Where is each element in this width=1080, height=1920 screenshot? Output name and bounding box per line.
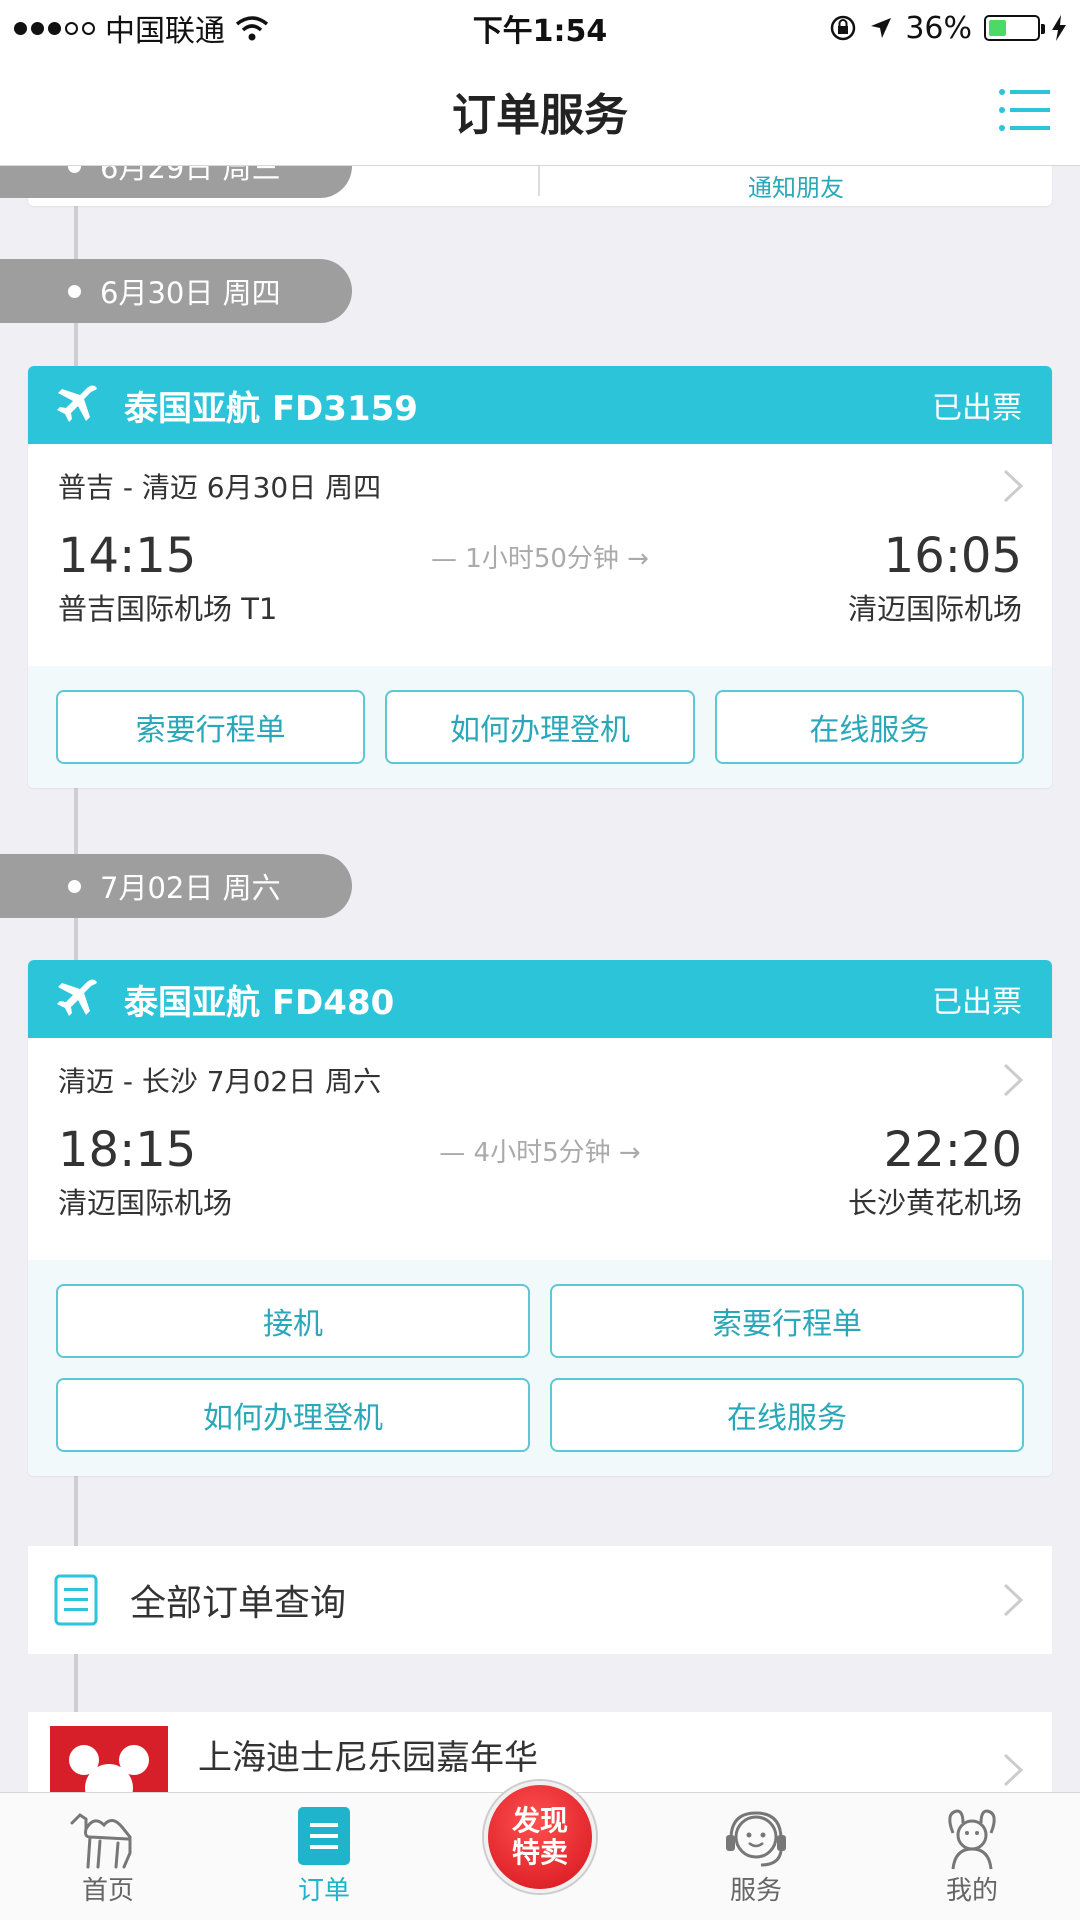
flight-duration: — 1小时50分钟 → bbox=[431, 543, 649, 574]
airplane-icon bbox=[57, 979, 97, 1016]
chevron-right-icon bbox=[1003, 1063, 1024, 1097]
camel-icon bbox=[70, 1813, 132, 1869]
airplane-icon bbox=[57, 385, 97, 422]
date-pill: 7月02日 周六 bbox=[0, 854, 352, 918]
date-pill: 6月29日 周三 bbox=[0, 166, 352, 198]
status-bar: 中国联通 下午1:54 36% bbox=[0, 0, 1080, 56]
wifi-icon bbox=[235, 16, 269, 41]
chevron-right-icon bbox=[1003, 469, 1024, 503]
flight-details[interactable]: 清迈 - 长沙 7月02日 周六 18:15 — 4小时5分钟 → 22:20 … bbox=[28, 1038, 1052, 1260]
route-label: 普吉 - 清迈 6月30日 周四 bbox=[58, 471, 382, 504]
notify-friends-button[interactable]: 通知朋友 bbox=[540, 168, 1052, 203]
request-itinerary-button[interactable]: 索要行程单 bbox=[56, 690, 366, 764]
all-orders-row[interactable]: 全部订单查询 bbox=[28, 1546, 1052, 1654]
flight-number: 泰国亚航 FD3159 bbox=[124, 388, 418, 429]
chevron-right-icon bbox=[1003, 1583, 1024, 1617]
rotation-lock-icon bbox=[831, 15, 856, 41]
carrier-label: 中国联通 bbox=[105, 14, 225, 49]
tab-profile[interactable]: 我的 bbox=[902, 1793, 1042, 1920]
departure-airport: 普吉国际机场 T1 bbox=[58, 592, 278, 626]
tab-service[interactable]: 服务 bbox=[686, 1793, 826, 1920]
headset-icon bbox=[726, 1811, 786, 1867]
tab-orders[interactable]: 订单 bbox=[254, 1793, 394, 1920]
arrival-time: 22:20 bbox=[883, 1122, 1022, 1178]
request-itinerary-button[interactable]: 索要行程单 bbox=[550, 1284, 1024, 1358]
battery-level bbox=[989, 20, 1006, 36]
order-timeline[interactable]: 通知朋友 6月29日 周三 6月30日 周四 泰国亚航 FD3159 已出票 普… bbox=[0, 166, 1080, 1792]
chevron-right-icon bbox=[1003, 1753, 1024, 1787]
check-in-guide-button[interactable]: 如何办理登机 bbox=[385, 690, 695, 764]
arrival-airport: 长沙黄花机场 bbox=[847, 1186, 1022, 1220]
menu-list-icon[interactable] bbox=[998, 86, 1050, 134]
online-service-button[interactable]: 在线服务 bbox=[714, 690, 1024, 764]
route-label: 清迈 - 长沙 7月02日 周六 bbox=[58, 1065, 382, 1098]
order-list-icon bbox=[298, 1807, 350, 1865]
airport-pickup-button[interactable]: 接机 bbox=[56, 1284, 530, 1358]
arrival-airport: 清迈国际机场 bbox=[847, 592, 1022, 626]
ticket-status: 已出票 bbox=[932, 985, 1022, 1020]
arrival-time: 16:05 bbox=[883, 528, 1022, 584]
ticket-status: 已出票 bbox=[932, 391, 1022, 426]
charging-bolt-icon bbox=[1052, 15, 1066, 41]
flight-order-card[interactable]: 泰国亚航 FD3159 已出票 普吉 - 清迈 6月30日 周四 14:15 —… bbox=[28, 366, 1052, 788]
all-orders-label: 全部订单查询 bbox=[130, 1583, 347, 1624]
disney-logo bbox=[50, 1726, 168, 1792]
profile-icon bbox=[948, 1809, 996, 1870]
discover-deals-button[interactable]: 发现特卖 bbox=[484, 1781, 596, 1893]
page-title: 订单服务 bbox=[452, 89, 628, 141]
departure-time: 18:15 bbox=[58, 1122, 197, 1178]
signal-strength-icon bbox=[14, 21, 95, 35]
tab-bar: 首页 订单 发现特卖 服务 我的 bbox=[0, 1781, 1080, 1920]
card-actions: 接机 索要行程单 如何办理登机 在线服务 bbox=[28, 1260, 1052, 1476]
flight-duration: — 4小时5分钟 → bbox=[439, 1137, 641, 1168]
card-actions: 索要行程单 如何办理登机 在线服务 bbox=[28, 666, 1052, 788]
document-list-icon bbox=[54, 1574, 98, 1626]
promo-card[interactable]: 上海迪士尼乐园嘉年华 bbox=[28, 1712, 1052, 1792]
nav-bar: 订单服务 bbox=[0, 56, 1080, 166]
promo-title: 上海迪士尼乐园嘉年华 bbox=[198, 1738, 538, 1778]
tab-home[interactable]: 首页 bbox=[38, 1793, 178, 1920]
location-arrow-icon bbox=[871, 18, 892, 38]
online-service-button[interactable]: 在线服务 bbox=[550, 1378, 1024, 1452]
flight-order-card[interactable]: 泰国亚航 FD480 已出票 清迈 - 长沙 7月02日 周六 18:15 — … bbox=[28, 960, 1052, 1476]
flight-number: 泰国亚航 FD480 bbox=[124, 982, 395, 1023]
battery-icon bbox=[984, 15, 1045, 41]
date-pill: 6月30日 周四 bbox=[0, 259, 352, 323]
flight-card-header: 泰国亚航 FD3159 已出票 bbox=[28, 366, 1052, 444]
flight-details[interactable]: 普吉 - 清迈 6月30日 周四 14:15 — 1小时50分钟 → 16:05… bbox=[28, 444, 1052, 666]
battery-percent: 36% bbox=[905, 10, 972, 46]
departure-time: 14:15 bbox=[58, 528, 197, 584]
check-in-guide-button[interactable]: 如何办理登机 bbox=[56, 1378, 530, 1452]
flight-card-header: 泰国亚航 FD480 已出票 bbox=[28, 960, 1052, 1038]
departure-airport: 清迈国际机场 bbox=[58, 1186, 233, 1220]
